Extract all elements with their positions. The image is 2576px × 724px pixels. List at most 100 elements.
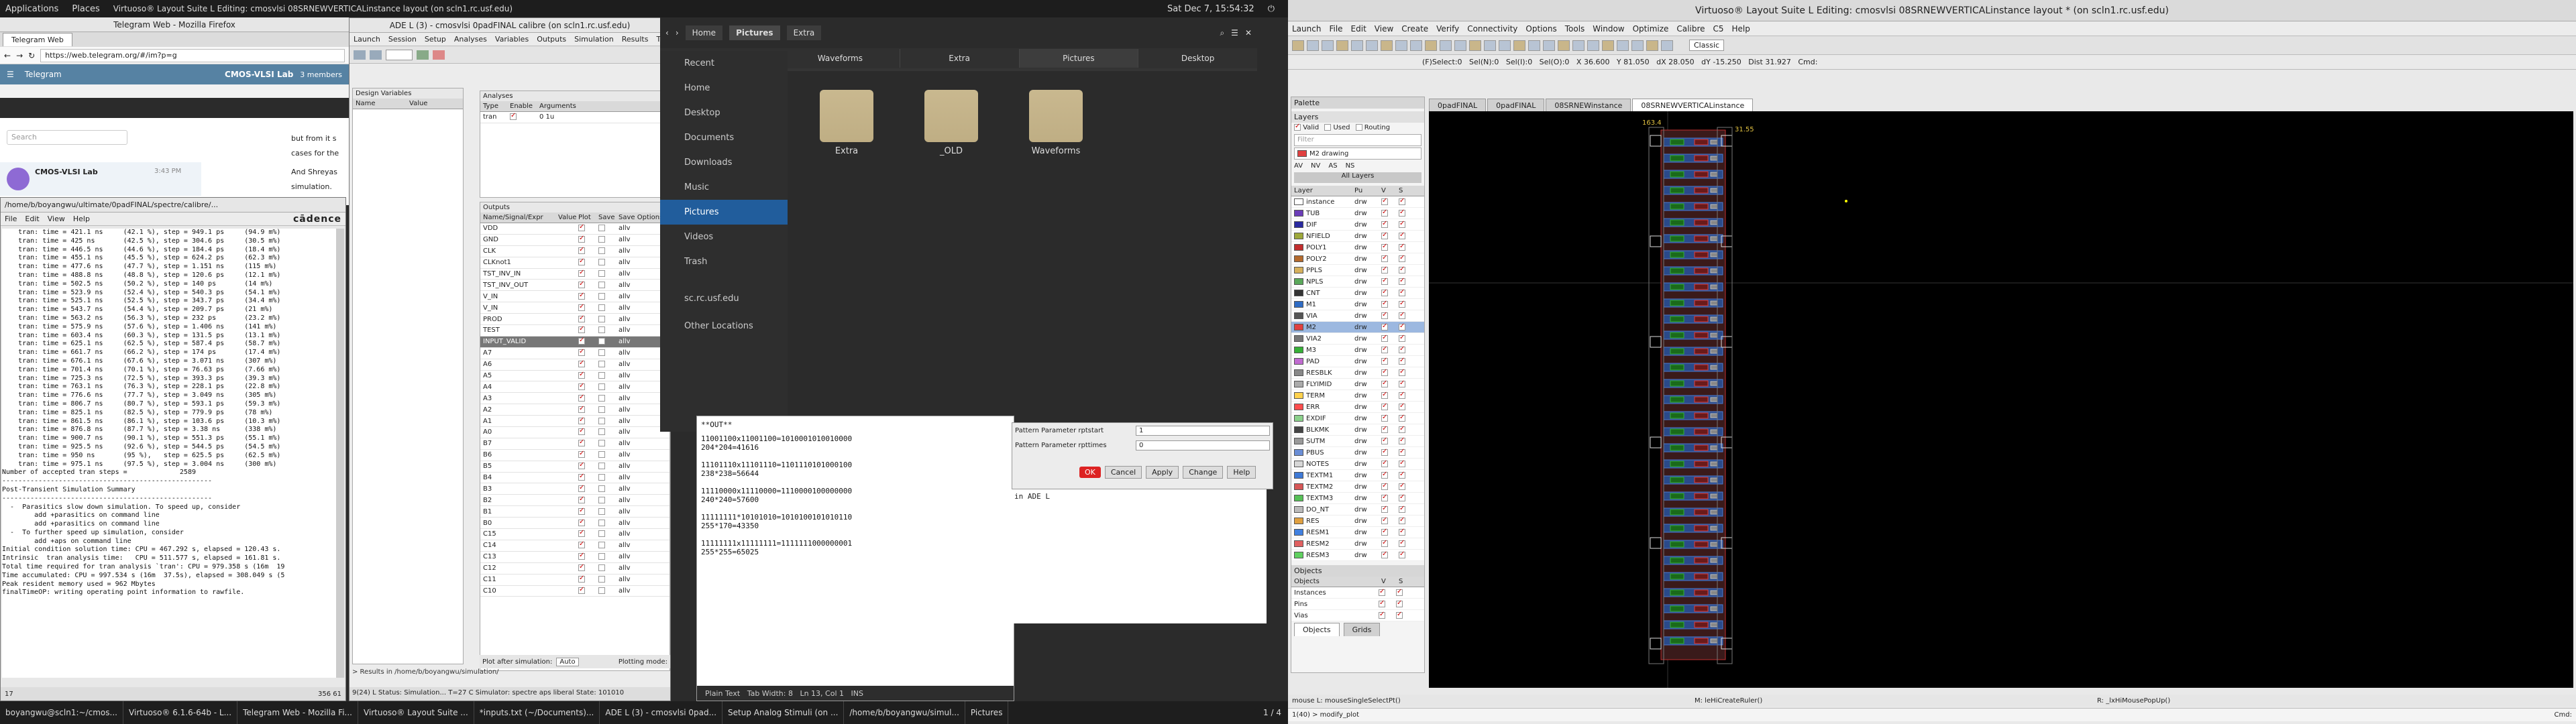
toolbar-button-icon[interactable]: [1587, 40, 1599, 51]
layer-row[interactable]: PBUS drw: [1291, 447, 1424, 459]
virtuoso-menu-item[interactable]: C5: [1709, 24, 1728, 34]
output-row[interactable]: PROD allv: [480, 314, 669, 326]
output-row[interactable]: A6 allv: [480, 359, 669, 371]
toolbar-button-icon[interactable]: [1366, 40, 1378, 51]
selectable-checkbox[interactable]: [1399, 448, 1405, 456]
output-row[interactable]: C12 allv: [480, 563, 669, 575]
plot-checkbox[interactable]: [578, 461, 585, 470]
visible-checkbox[interactable]: [1381, 505, 1388, 513]
folder-waveforms[interactable]: Waveforms: [1029, 90, 1083, 156]
layer-row[interactable]: VIA drw: [1291, 310, 1424, 322]
plot-after-select[interactable]: Auto: [556, 657, 579, 666]
virtuoso-menu-item[interactable]: Options: [1521, 24, 1560, 34]
layer-row[interactable]: instance drw: [1291, 196, 1424, 208]
layer-row[interactable]: CNT drw: [1291, 288, 1424, 299]
toolbar-button-icon[interactable]: [1292, 40, 1304, 51]
analysis-row[interactable]: tran 0 1u: [480, 112, 669, 123]
plot-checkbox[interactable]: [578, 586, 585, 594]
enable-checkbox[interactable]: [510, 112, 517, 121]
output-row[interactable]: GND allv: [480, 235, 669, 246]
visible-checkbox[interactable]: [1381, 516, 1388, 524]
sidebar-item[interactable]: Pictures: [660, 200, 788, 225]
save-checkbox[interactable]: [598, 428, 605, 436]
chat-name[interactable]: CMOS-VLSI Lab: [225, 70, 293, 79]
plot-checkbox[interactable]: [578, 292, 585, 300]
taskbar-item[interactable]: Virtuoso® Layout Suite ...: [358, 701, 474, 724]
virtuoso-menu-item[interactable]: Verify: [1432, 24, 1463, 34]
sidebar-item[interactable]: Videos: [660, 225, 788, 249]
output-row[interactable]: A4 allv: [480, 381, 669, 394]
layer-row[interactable]: POLY1 drw: [1291, 242, 1424, 253]
visible-checkbox[interactable]: [1381, 471, 1388, 479]
save-checkbox[interactable]: [598, 519, 605, 526]
objects-tab[interactable]: Objects: [1294, 623, 1340, 636]
plot-checkbox[interactable]: [578, 575, 585, 583]
object-selectable-checkbox[interactable]: [1396, 588, 1403, 596]
ade-menu-item[interactable]: Variables: [491, 35, 533, 44]
cellview-tab[interactable]: 08SRNEWinstance: [1546, 99, 1631, 112]
clock[interactable]: Sat Dec 7, 15:54:32: [1167, 4, 1254, 14]
toolbar-button-icon[interactable]: [1322, 40, 1334, 51]
rpttimes-input[interactable]: 0: [1136, 440, 1270, 450]
search-icon[interactable]: ⌕: [1220, 28, 1224, 38]
folder-old[interactable]: _OLD: [924, 90, 978, 156]
visible-checkbox[interactable]: [1381, 311, 1388, 319]
plot-checkbox[interactable]: [578, 394, 585, 402]
grids-tab[interactable]: Grids: [1343, 623, 1381, 636]
selectable-checkbox[interactable]: [1399, 528, 1405, 536]
selectable-checkbox[interactable]: [1399, 436, 1405, 444]
layer-row[interactable]: BLKMK drw: [1291, 424, 1424, 436]
temperature-field[interactable]: [386, 49, 413, 60]
virtuoso-menu-item[interactable]: Create: [1397, 24, 1432, 34]
plot-checkbox[interactable]: [578, 280, 585, 288]
visible-checkbox[interactable]: [1381, 345, 1388, 353]
layer-row[interactable]: RES drw: [1291, 516, 1424, 527]
visible-checkbox[interactable]: [1381, 265, 1388, 274]
layer-row[interactable]: TEXTM2 drw: [1291, 481, 1424, 493]
ade-menu-item[interactable]: Simulation: [570, 35, 618, 44]
layer-row[interactable]: RESBLK drw: [1291, 367, 1424, 379]
used-checkbox[interactable]: [1324, 124, 1332, 131]
plot-checkbox[interactable]: [578, 495, 585, 503]
plot-checkbox[interactable]: [578, 325, 585, 334]
save-checkbox[interactable]: [598, 292, 605, 300]
output-row[interactable]: VDD allv: [480, 223, 669, 235]
save-checkbox[interactable]: [598, 338, 605, 345]
visible-checkbox[interactable]: [1381, 539, 1388, 547]
save-checkbox[interactable]: [598, 440, 605, 447]
save-checkbox[interactable]: [598, 281, 605, 288]
selectable-checkbox[interactable]: [1399, 322, 1405, 330]
output-row[interactable]: TST_INV_IN allv: [480, 269, 669, 280]
layer-row[interactable]: TEXTM3 drw: [1291, 493, 1424, 504]
sidebar-item[interactable]: Recent: [660, 51, 788, 76]
layer-row[interactable]: NFIELD drw: [1291, 231, 1424, 242]
layer-row[interactable]: SUTM drw: [1291, 436, 1424, 447]
workspace-indicator[interactable]: 1 / 4: [1263, 708, 1281, 717]
toolbar-button-icon[interactable]: [1528, 40, 1540, 51]
layer-row[interactable]: ERR drw: [1291, 402, 1424, 413]
save-checkbox[interactable]: [598, 542, 605, 549]
plot-checkbox[interactable]: [578, 359, 585, 368]
toolbar-button-icon[interactable]: [1307, 40, 1319, 51]
cellview-tab[interactable]: 0padFINAL: [1429, 99, 1487, 112]
toolbar-button-icon[interactable]: [1395, 40, 1407, 51]
sidebar-item[interactable]: Other Locations: [660, 314, 788, 339]
layer-row[interactable]: TERM drw: [1291, 390, 1424, 402]
layer-row[interactable]: EXDIF drw: [1291, 413, 1424, 424]
lpp-toggle[interactable]: AS: [1328, 162, 1337, 170]
layer-row[interactable]: FLYIMID drw: [1291, 379, 1424, 390]
cmd-line[interactable]: 1(40) > modify_plot: [1292, 711, 1359, 719]
output-row[interactable]: A5 allv: [480, 371, 669, 382]
visible-checkbox[interactable]: [1381, 334, 1388, 342]
crumb-extra[interactable]: Extra: [786, 25, 822, 40]
layer-row[interactable]: RESM3 drw: [1291, 550, 1424, 561]
output-row[interactable]: TST_INV_OUT allv: [480, 280, 669, 292]
layer-row[interactable]: TUB drw: [1291, 208, 1424, 219]
tab-desktop[interactable]: Desktop: [1138, 49, 1257, 68]
save-checkbox[interactable]: [598, 451, 605, 459]
toolbar-button-icon[interactable]: [1381, 40, 1393, 51]
toolbar-button-icon[interactable]: [1661, 40, 1673, 51]
save-checkbox[interactable]: [598, 463, 605, 470]
toolbar-button-icon[interactable]: [1410, 40, 1422, 51]
visible-checkbox[interactable]: [1381, 493, 1388, 501]
